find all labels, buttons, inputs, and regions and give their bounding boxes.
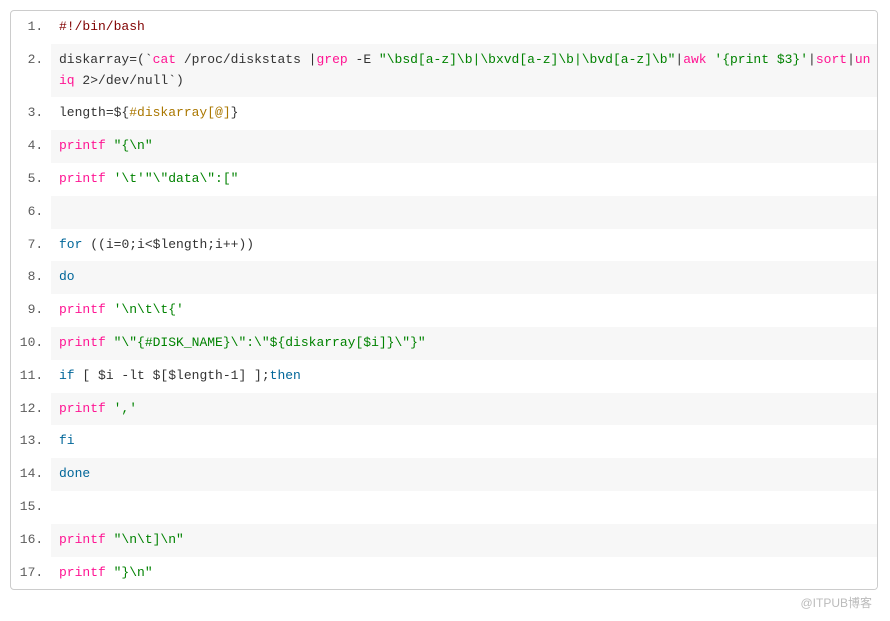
code-line: printf "\"{#DISK_NAME}\":\"${diskarray[$…: [51, 327, 877, 360]
code-line: #!/bin/bash: [51, 11, 877, 44]
code-line: printf '\t'"\"data\":[": [51, 163, 877, 196]
code-line: [51, 196, 877, 229]
code-line: fi: [51, 425, 877, 458]
code-line: diskarray=(`cat /proc/diskstats |grep -E…: [51, 44, 877, 98]
code-line: if [ $i -lt $[$length-1] ];then: [51, 360, 877, 393]
code-line: printf '\n\t\t{': [51, 294, 877, 327]
code-block: #!/bin/bashdiskarray=(`cat /proc/disksta…: [10, 10, 878, 590]
code-line: do: [51, 261, 877, 294]
code-line: printf "\n\t]\n": [51, 524, 877, 557]
code-list: #!/bin/bashdiskarray=(`cat /proc/disksta…: [11, 11, 877, 589]
code-line: done: [51, 458, 877, 491]
code-line: length=${#diskarray[@]}: [51, 97, 877, 130]
code-line: [51, 491, 877, 524]
code-line: printf "}\n": [51, 557, 877, 590]
code-line: for ((i=0;i<$length;i++)): [51, 229, 877, 262]
code-line: printf ',': [51, 393, 877, 426]
code-line: printf "{\n": [51, 130, 877, 163]
watermark: @ITPUB博客: [10, 590, 878, 611]
